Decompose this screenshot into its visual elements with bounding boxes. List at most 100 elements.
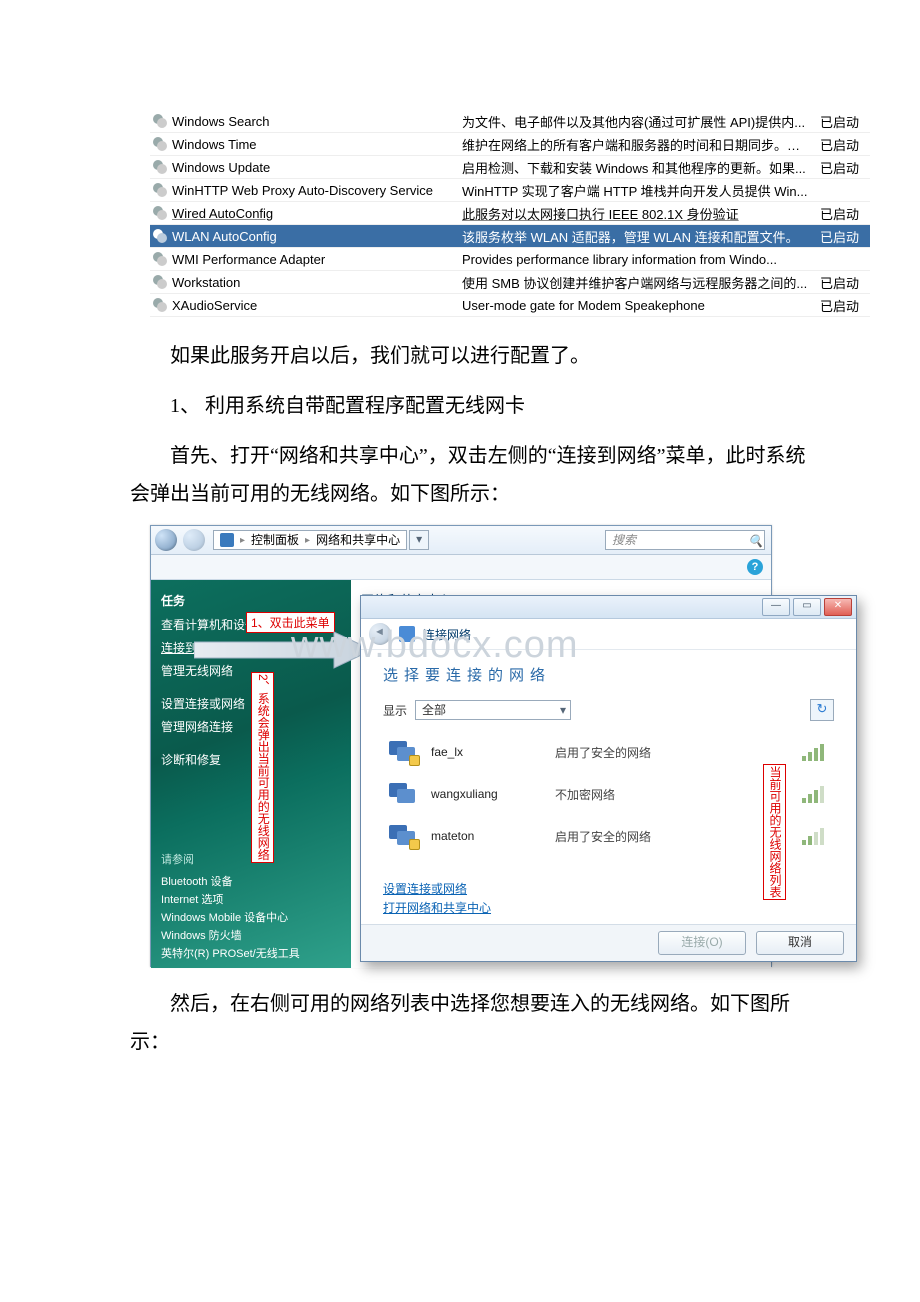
gear-icon — [152, 205, 168, 221]
see-also-bluetooth[interactable]: Bluetooth 设备 — [161, 872, 341, 890]
refresh-button[interactable]: ↻ — [810, 699, 834, 721]
service-row[interactable]: Wired AutoConfig此服务对以太网接口执行 IEEE 802.1X … — [150, 202, 870, 225]
network-security: 启用了安全的网络 — [555, 744, 705, 761]
service-status: 已启动 — [820, 273, 870, 292]
link-open-sharing-center[interactable]: 打开网络和共享中心 — [383, 898, 834, 917]
dialog-subtitle: 选择要连接的网络 — [383, 664, 834, 685]
connect-button[interactable]: 连接(O) — [658, 931, 746, 955]
dialog-back-button[interactable] — [369, 623, 391, 645]
dialog-title: 连接网络 — [423, 626, 471, 643]
service-name: Workstation — [172, 275, 462, 290]
network-computer-icon — [389, 825, 417, 847]
connect-network-dialog: — ▭ ✕ 连接网络 www.bdocx.com 选择要连接的网络 显示 全部 … — [360, 595, 857, 962]
callout-3: 当前可用的无线网络列表 — [763, 764, 786, 900]
dialog-body: www.bdocx.com 选择要连接的网络 显示 全部 ↻ fae_lx启用了… — [361, 650, 856, 925]
service-row[interactable]: Windows Time维护在网络上的所有客户端和服务器的时间和日期同步。如..… — [150, 133, 870, 156]
network-security: 启用了安全的网络 — [555, 828, 705, 845]
network-computer-icon — [389, 783, 417, 805]
service-name: XAudioService — [172, 298, 462, 313]
dropdown-icon[interactable]: ▾ — [409, 530, 429, 550]
minimize-button[interactable]: — — [762, 598, 790, 616]
nav-fwd-button[interactable] — [183, 529, 205, 551]
service-name: Wired AutoConfig — [172, 206, 462, 221]
signal-icon — [802, 827, 828, 845]
signal-icon — [802, 743, 828, 761]
network-name: fae_lx — [431, 745, 541, 759]
dialog-titlebar: — ▭ ✕ — [361, 596, 856, 619]
callout-2: 2、系统会弹出当前可用的无线网络 — [251, 672, 274, 863]
service-row[interactable]: WinHTTP Web Proxy Auto-Discovery Service… — [150, 179, 870, 202]
see-also-header: 请参阅 — [161, 850, 341, 868]
service-desc: 该服务枚举 WLAN 适配器，管理 WLAN 连接和配置文件。 — [462, 227, 820, 246]
service-name: Windows Search — [172, 114, 462, 129]
show-combo[interactable]: 全部 — [415, 700, 571, 720]
crumb-2[interactable]: 网络和共享中心 — [316, 531, 400, 549]
nav-back-button[interactable] — [155, 529, 177, 551]
service-name: Windows Time — [172, 137, 462, 152]
service-row[interactable]: WMI Performance AdapterProvides performa… — [150, 248, 870, 271]
cancel-button[interactable]: 取消 — [756, 931, 844, 955]
search-icon: 🔍 — [748, 532, 762, 546]
dialog-header: 连接网络 — [361, 619, 856, 650]
breadcrumb[interactable]: 控制面板 网络和共享中心 — [213, 530, 407, 550]
lock-icon — [409, 755, 420, 766]
service-desc: Provides performance library information… — [462, 252, 820, 267]
search-input[interactable]: 搜索 🔍 — [605, 530, 765, 550]
service-status: 已启动 — [820, 204, 870, 223]
see-also-windows-mobile[interactable]: Windows Mobile 设备中心 — [161, 908, 341, 926]
crumb-1[interactable]: 控制面板 — [251, 531, 299, 549]
service-row[interactable]: Windows Update启用检测、下载和安装 Windows 和其他程序的更… — [150, 156, 870, 179]
paragraph-4: 然后，在右侧可用的网络列表中选择您想要连入的无线网络。如下图所示： — [130, 985, 810, 1061]
dialog-footer: 连接(O) 取消 — [361, 924, 856, 961]
lock-icon — [409, 839, 420, 850]
gear-icon — [152, 182, 168, 198]
toolbar: ? — [151, 555, 771, 580]
see-also-internet-options[interactable]: Internet 选项 — [161, 890, 341, 908]
see-also-proset[interactable]: 英特尔(R) PROSet/无线工具 — [161, 944, 341, 962]
network-icon — [399, 626, 415, 642]
service-status: 已启动 — [820, 112, 870, 131]
address-bar-row: 控制面板 网络和共享中心 ▾ 搜索 🔍 — [151, 526, 771, 555]
service-desc: 为文件、电子邮件以及其他内容(通过可扩展性 API)提供内... — [462, 112, 820, 131]
services-list: Windows Search为文件、电子邮件以及其他内容(通过可扩展性 API)… — [150, 110, 870, 317]
callout-1: 1、双击此菜单 — [246, 612, 335, 633]
help-icon[interactable]: ? — [747, 559, 763, 575]
maximize-button[interactable]: ▭ — [793, 598, 821, 616]
show-label: 显示 — [383, 702, 407, 719]
paragraph-2: 1、 利用系统自带配置程序配置无线网卡 — [130, 387, 810, 425]
service-desc: 启用检测、下载和安装 Windows 和其他程序的更新。如果... — [462, 158, 820, 177]
service-desc: User-mode gate for Modem Speakephone — [462, 298, 820, 313]
location-icon — [220, 533, 234, 547]
gear-icon — [152, 159, 168, 175]
gear-icon — [152, 113, 168, 129]
service-status: 已启动 — [820, 227, 870, 246]
gear-icon — [152, 297, 168, 313]
signal-icon — [802, 785, 828, 803]
service-name: WMI Performance Adapter — [172, 252, 462, 267]
gear-icon — [152, 136, 168, 152]
service-name: Windows Update — [172, 160, 462, 175]
network-name: wangxuliang — [431, 787, 541, 801]
service-status: 已启动 — [820, 158, 870, 177]
network-computer-icon — [389, 741, 417, 763]
service-row[interactable]: WLAN AutoConfig该服务枚举 WLAN 适配器，管理 WLAN 连接… — [150, 225, 870, 248]
tasks-sidebar: 任务 查看计算机和设备 连接到网络 管理无线网络 设置连接或网络 管理网络连接 … — [151, 580, 351, 968]
service-row[interactable]: Workstation使用 SMB 协议创建并维护客户端网络与远程服务器之间的.… — [150, 271, 870, 294]
service-desc: 维护在网络上的所有客户端和服务器的时间和日期同步。如... — [462, 135, 820, 154]
service-row[interactable]: XAudioServiceUser-mode gate for Modem Sp… — [150, 294, 870, 317]
service-desc: 此服务对以太网接口执行 IEEE 802.1X 身份验证 — [462, 204, 820, 223]
paragraph-1: 如果此服务开启以后，我们就可以进行配置了。 — [130, 337, 810, 375]
see-also: 请参阅 Bluetooth 设备 Internet 选项 Windows Mob… — [151, 850, 351, 962]
service-desc: WinHTTP 实现了客户端 HTTP 堆栈并向开发人员提供 Win... — [462, 181, 820, 200]
tasks-header: 任务 — [151, 588, 351, 613]
network-name: mateton — [431, 829, 541, 843]
paragraph-3: 首先、打开“网络和共享中心”，双击左侧的“连接到网络”菜单，此时系统会弹出当前可… — [130, 437, 810, 513]
service-row[interactable]: Windows Search为文件、电子邮件以及其他内容(通过可扩展性 API)… — [150, 110, 870, 133]
service-status: 已启动 — [820, 135, 870, 154]
see-also-firewall[interactable]: Windows 防火墙 — [161, 926, 341, 944]
close-button[interactable]: ✕ — [824, 598, 852, 616]
network-security: 不加密网络 — [555, 786, 705, 803]
task-connect-network[interactable]: 连接到网络 — [151, 636, 351, 659]
service-name: WLAN AutoConfig — [172, 229, 462, 244]
gear-icon — [152, 228, 168, 244]
